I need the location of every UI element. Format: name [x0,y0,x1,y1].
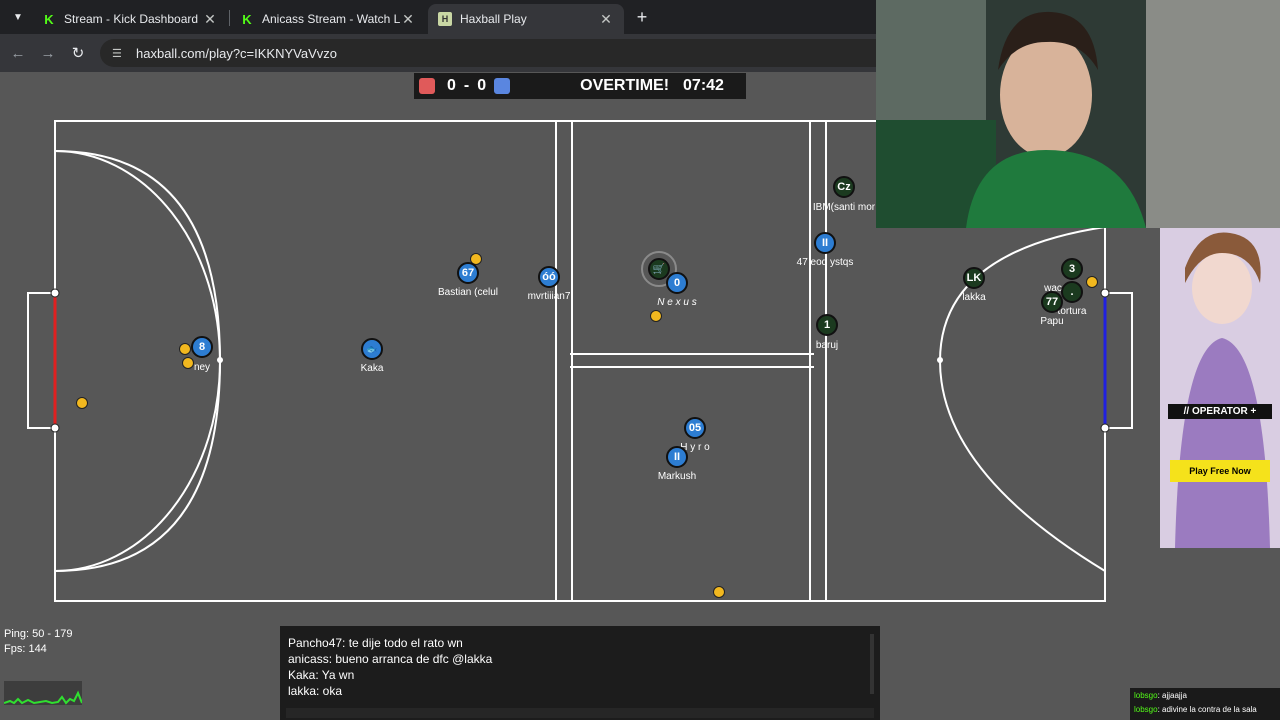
tab-anicass-stream[interactable]: K Anicass Stream - Watch Live on ✕ [230,4,426,34]
new-tab-button[interactable]: + [632,6,652,28]
streamer-webcam [876,0,1280,228]
game-chat: Pancho47: te dije todo el rato wn anicas… [280,626,880,720]
tab-search-button[interactable]: ▼ [8,7,28,27]
reload-icon[interactable]: ↻ [68,43,88,63]
player-name: 47 eod ystqs [796,257,854,268]
close-icon[interactable]: ✕ [202,11,218,28]
forward-icon[interactable]: → [38,43,58,63]
red-team-icon [419,78,435,94]
player-name: N e x u s [657,297,697,308]
kick-chat-user: lobsgo [1134,690,1158,700]
ball [76,397,88,409]
ball [179,343,191,355]
player-disc: 0 [666,272,688,294]
ball [650,310,662,322]
player-disc: II [666,446,688,468]
ball [713,586,725,598]
ball [1086,276,1098,288]
player-name: ney [193,362,211,373]
kick-chat-message: : ajjaajja [1157,690,1187,700]
tab-title: Anicass Stream - Watch Live on [262,12,400,26]
player-name: baruj [815,340,839,351]
player-disc: 77 [1041,291,1063,313]
player-disc: 05 [684,417,706,439]
player-disc: II [814,232,836,254]
kick-icon: K [44,11,54,27]
net-stats: Ping: 50 - 179 Fps: 144 [3,628,84,712]
player-disc: . [1061,281,1083,303]
close-icon[interactable]: ✕ [598,11,614,28]
game-timer: 07:42 [683,77,724,94]
kick-chat-message: : adivine la contra de la sala [1157,704,1257,714]
blue-team-icon [494,78,511,94]
chat-message: anicass: bueno arranca de dfc @lakka [288,652,493,666]
ping-text: Ping: 50 - 179 [4,628,73,640]
chat-message: lakka: oka [288,684,343,698]
player-disc: 1 [816,314,838,336]
player-disc: 3 [1061,258,1083,280]
address-bar[interactable]: ☰ haxball.com/play?c=IKKNYVaVvzo [100,39,890,67]
chat-scrollbar[interactable] [870,634,874,694]
ad-cta-button[interactable]: Play Free Now [1170,460,1270,482]
chat-message: Kaka: Ya wn [288,668,355,682]
chat-input[interactable] [286,708,874,718]
player-name: Kaka [360,363,384,374]
player-disc: 🐟 [361,338,383,360]
ball [182,357,194,369]
site-info-icon[interactable]: ☰ [112,47,126,60]
player-name: IBM(santi mor [812,202,876,213]
close-icon[interactable]: ✕ [400,11,416,28]
player-disc: LK [963,267,985,289]
blue-score: 0 [477,77,487,94]
player-name: Bastian (celul [437,287,499,298]
tab-title: Haxball Play [460,12,527,26]
url-text: haxball.com/play?c=IKKNYVaVvzo [136,45,337,61]
kick-chat-overlay: lobsgo : ajjaajja lobsgo : adivine la co… [1130,688,1280,720]
ad-artwork [1160,228,1280,548]
ad-operator-label: // OPERATOR + [1168,404,1272,419]
kick-icon: K [242,11,252,27]
player-disc: 8 [191,336,213,358]
player-name: lakka [962,292,986,303]
back-icon[interactable]: ← [8,43,28,63]
tab-haxball-play[interactable]: H Haxball Play ✕ [428,4,624,34]
chat-message: Pancho47: te dije todo el rato wn [288,636,463,650]
player-name: mvrtiiian7 [527,291,571,302]
haxball-icon: H [438,12,452,26]
fps-graph [3,681,83,705]
player-disc: 🛒 [648,258,670,280]
kick-chat-row: lobsgo : ajjaajja [1130,688,1280,702]
webcam-image [876,0,1280,228]
tab-kick-dashboard[interactable]: K Stream - Kick Dashboard ✕ [32,4,228,34]
player-disc: Cz [833,176,855,198]
player-disc: óó [538,266,560,288]
score-dash: - [463,77,470,94]
player-name: Markush [657,471,697,482]
fps-text: Fps: 144 [4,643,47,655]
kick-chat-row: lobsgo : adivine la contra de la sala [1130,702,1280,716]
player-name: Papu [1040,316,1064,327]
overtime-label: OVERTIME! [580,77,670,94]
red-score: 0 [447,77,456,94]
game-ad-banner[interactable]: // OPERATOR + Play Free Now [1160,228,1280,548]
kick-chat-user: lobsgo [1134,704,1158,714]
player-disc: 67 [457,262,479,284]
scoreboard: 0 - 0 OVERTIME! 07:42 [414,73,746,99]
tab-title: Stream - Kick Dashboard [64,12,199,26]
